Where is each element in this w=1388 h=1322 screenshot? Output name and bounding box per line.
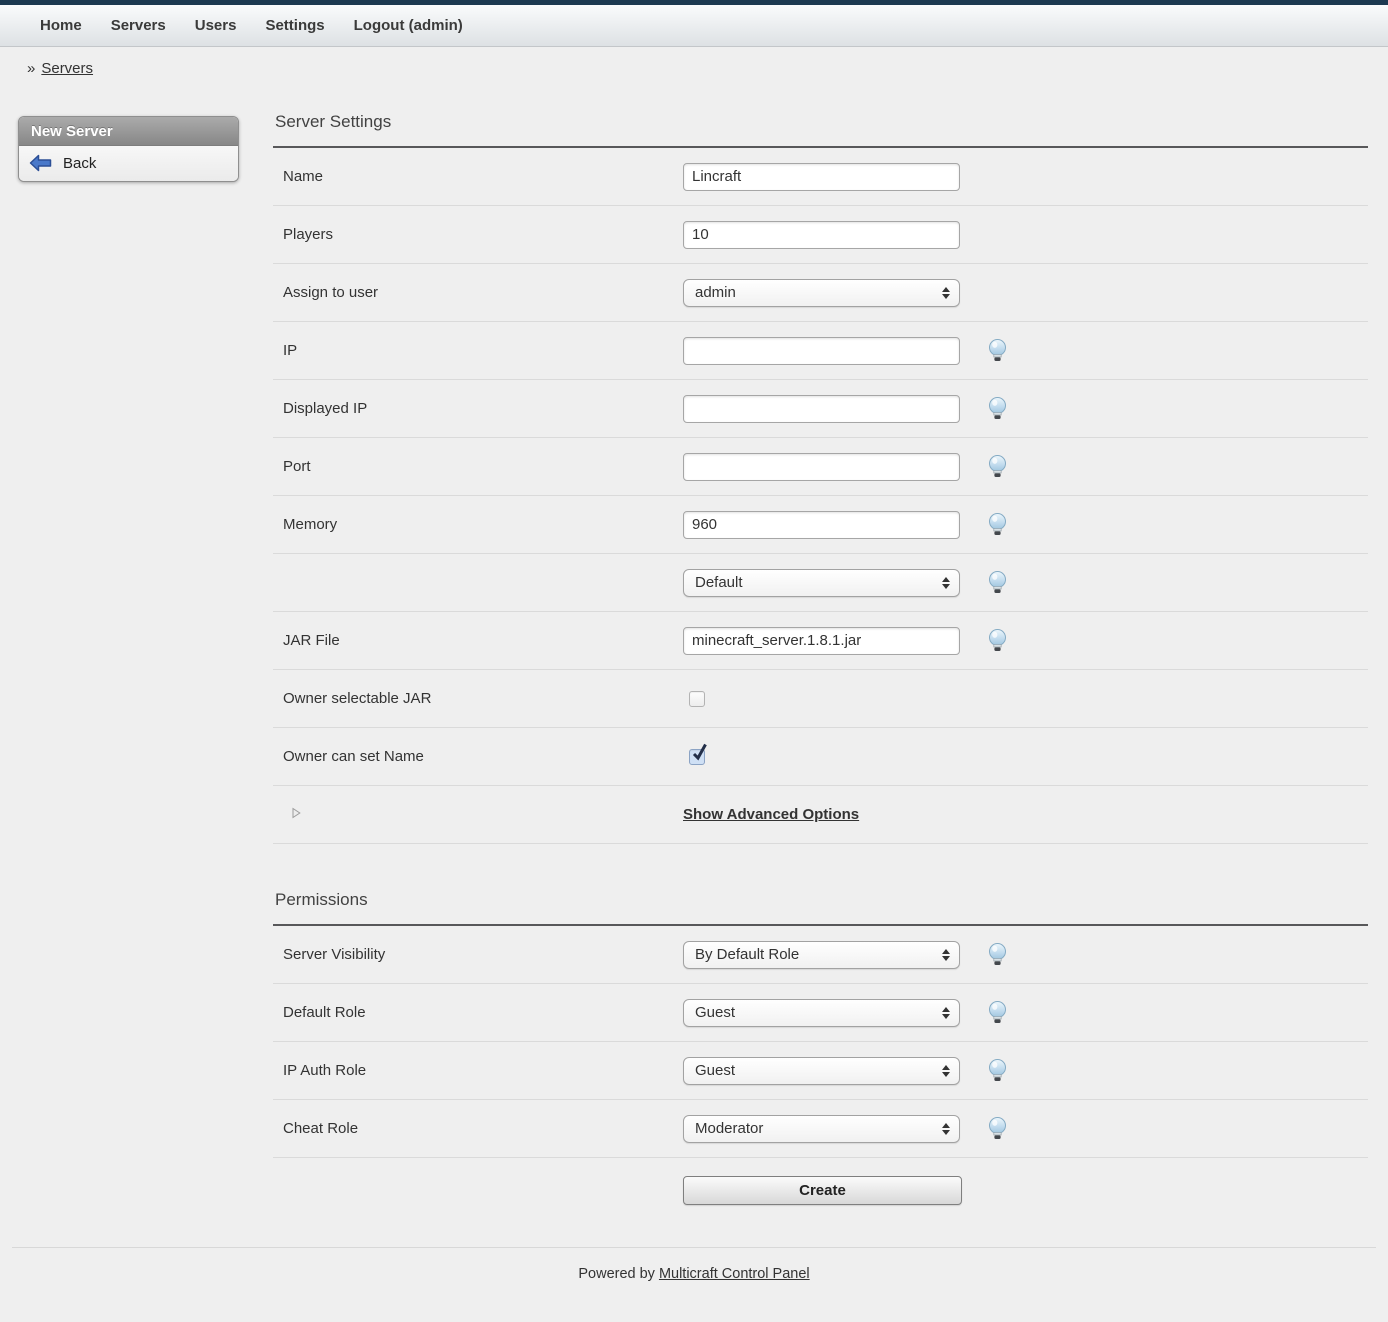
powered-by-text: Powered by	[578, 1266, 655, 1282]
default-role-label: Default Role	[273, 1004, 683, 1021]
help-bulb-icon[interactable]	[987, 455, 1008, 478]
row-server-visibility: Server Visibility By Default Role	[273, 926, 1368, 984]
memory-label: Memory	[273, 516, 683, 533]
help-bulb-icon[interactable]	[987, 571, 1008, 594]
footer-divider	[12, 1247, 1376, 1248]
nav-item-home[interactable]: Home	[40, 17, 82, 34]
assign-to-user-selected-value: admin	[695, 284, 942, 301]
new-server-panel: New Server Back	[18, 116, 239, 182]
row-show-advanced: Show Advanced Options	[273, 786, 1368, 844]
breadcrumb-separator: »	[27, 60, 35, 77]
nav-item-users[interactable]: Users	[195, 17, 237, 34]
nav-item-servers[interactable]: Servers	[111, 17, 166, 34]
jar-file-input[interactable]	[683, 627, 960, 655]
server-visibility-selected-value: By Default Role	[695, 946, 942, 963]
row-cheat-role: Cheat Role Moderator	[273, 1100, 1368, 1158]
port-input[interactable]	[683, 453, 960, 481]
help-bulb-icon[interactable]	[987, 397, 1008, 420]
assign-to-user-label: Assign to user	[273, 284, 683, 301]
memory-input[interactable]	[683, 511, 960, 539]
jar-file-label: JAR File	[273, 632, 683, 649]
permissions-heading: Permissions	[275, 890, 1368, 910]
owner-selectable-jar-label: Owner selectable JAR	[273, 690, 683, 707]
row-port: Port	[273, 438, 1368, 496]
help-bulb-icon[interactable]	[987, 513, 1008, 536]
port-label: Port	[273, 458, 683, 475]
check-icon	[691, 743, 707, 761]
nav-item-settings[interactable]: Settings	[265, 17, 324, 34]
server-settings-heading: Server Settings	[275, 112, 1368, 132]
help-bulb-icon[interactable]	[987, 943, 1008, 966]
panel-title: New Server	[19, 117, 238, 146]
footer: Powered byMulticraft Control Panel	[0, 1266, 1388, 1282]
help-bulb-icon[interactable]	[987, 1117, 1008, 1140]
multicraft-link[interactable]: Multicraft Control Panel	[659, 1266, 810, 1282]
row-memory: Memory	[273, 496, 1368, 554]
breadcrumb: » Servers	[0, 47, 1388, 93]
select-stepper-arrows-icon	[942, 287, 950, 299]
server-visibility-label: Server Visibility	[273, 946, 683, 963]
row-ip-auth-role: IP Auth Role Guest	[273, 1042, 1368, 1100]
row-owner-can-set-name: Owner can set Name	[273, 728, 1368, 786]
panel-body: Back	[19, 146, 238, 181]
back-button[interactable]: Back	[29, 154, 228, 172]
name-input[interactable]	[683, 163, 960, 191]
row-players: Players	[273, 206, 1368, 264]
ip-label: IP	[273, 342, 683, 359]
row-assign-to-user: Assign to user admin	[273, 264, 1368, 322]
owner-can-set-name-label: Owner can set Name	[273, 748, 683, 765]
ip-auth-role-selected-value: Guest	[695, 1062, 942, 1079]
cheat-role-label: Cheat Role	[273, 1120, 683, 1137]
permissions-section-head: Permissions	[273, 890, 1368, 926]
row-displayed-ip: Displayed IP	[273, 380, 1368, 438]
show-advanced-options-link[interactable]: Show Advanced Options	[683, 806, 859, 823]
ip-auth-role-label: IP Auth Role	[273, 1062, 683, 1079]
world-selected-value: Default	[695, 574, 942, 591]
row-world: Default	[273, 554, 1368, 612]
owner-can-set-name-checkbox[interactable]	[689, 749, 705, 765]
select-stepper-arrows-icon	[942, 949, 950, 961]
help-bulb-icon[interactable]	[987, 629, 1008, 652]
default-role-select[interactable]: Guest	[683, 999, 960, 1027]
row-jar-file: JAR File	[273, 612, 1368, 670]
players-input[interactable]	[683, 221, 960, 249]
row-owner-selectable-jar: Owner selectable JAR	[273, 670, 1368, 728]
advanced-row-label-cell	[273, 806, 683, 823]
select-stepper-arrows-icon	[942, 1123, 950, 1135]
assign-to-user-select[interactable]: admin	[683, 279, 960, 307]
back-arrow-icon	[29, 154, 52, 172]
select-stepper-arrows-icon	[942, 577, 950, 589]
help-bulb-icon[interactable]	[987, 339, 1008, 362]
disclosure-triangle-icon[interactable]	[292, 807, 301, 819]
help-bulb-icon[interactable]	[987, 1059, 1008, 1082]
row-default-role: Default Role Guest	[273, 984, 1368, 1042]
select-stepper-arrows-icon	[942, 1065, 950, 1077]
server-visibility-select[interactable]: By Default Role	[683, 941, 960, 969]
breadcrumb-link-servers[interactable]: Servers	[41, 60, 93, 77]
cheat-role-selected-value: Moderator	[695, 1120, 942, 1137]
world-select[interactable]: Default	[683, 569, 960, 597]
select-stepper-arrows-icon	[942, 1007, 950, 1019]
server-settings-section-head: Server Settings	[273, 112, 1368, 148]
create-button[interactable]: Create	[683, 1176, 962, 1205]
owner-selectable-jar-checkbox[interactable]	[689, 691, 705, 707]
displayed-ip-label: Displayed IP	[273, 400, 683, 417]
row-name: Name	[273, 148, 1368, 206]
displayed-ip-input[interactable]	[683, 395, 960, 423]
ip-input[interactable]	[683, 337, 960, 365]
players-label: Players	[273, 226, 683, 243]
name-label: Name	[273, 168, 683, 185]
cheat-role-select[interactable]: Moderator	[683, 1115, 960, 1143]
help-bulb-icon[interactable]	[987, 1001, 1008, 1024]
nav-item-logout[interactable]: Logout (admin)	[354, 17, 463, 34]
back-label: Back	[63, 155, 96, 172]
main-navbar: Home Servers Users Settings Logout (admi…	[0, 5, 1388, 47]
default-role-selected-value: Guest	[695, 1004, 942, 1021]
row-create: Create	[273, 1158, 1368, 1222]
row-ip: IP	[273, 322, 1368, 380]
ip-auth-role-select[interactable]: Guest	[683, 1057, 960, 1085]
